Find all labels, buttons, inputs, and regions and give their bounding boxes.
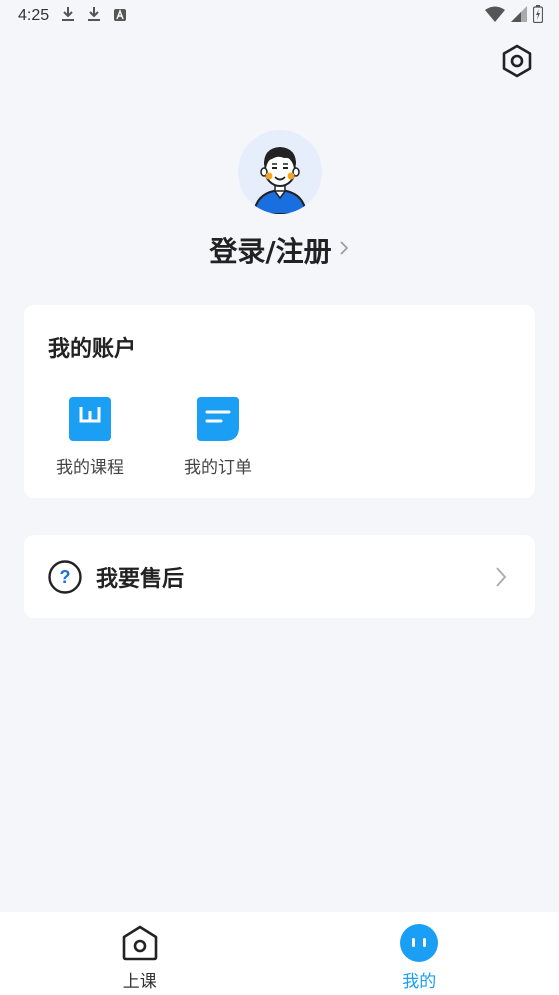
status-icons-left xyxy=(61,6,127,26)
status-bar: 4:25 xyxy=(0,0,559,32)
wifi-icon xyxy=(485,6,505,26)
signal-icon xyxy=(511,6,527,26)
after-sales-row[interactable]: ? 我要售后 xyxy=(24,535,535,618)
account-card: 我的账户 我的课程 我的订单 xyxy=(24,305,535,498)
my-courses-label: 我的课程 xyxy=(56,458,124,478)
class-icon xyxy=(120,923,160,963)
settings-icon xyxy=(501,44,533,82)
mine-icon xyxy=(399,923,439,963)
download-icon xyxy=(87,6,101,26)
account-title: 我的账户 xyxy=(48,337,137,362)
course-icon xyxy=(69,397,111,441)
profile-section: 登录/注册 xyxy=(0,130,559,270)
battery-icon xyxy=(532,5,544,27)
download-icon xyxy=(61,6,75,26)
keyboard-icon xyxy=(113,7,127,26)
tab-mine-label: 我的 xyxy=(402,972,437,992)
chevron-right-icon xyxy=(491,563,511,591)
status-left: 4:25 xyxy=(18,6,127,26)
svg-text:?: ? xyxy=(60,567,71,587)
bottom-tab-bar: 上课 我的 xyxy=(0,912,559,995)
tab-class[interactable]: 上课 xyxy=(0,912,280,995)
after-sales-label: 我要售后 xyxy=(96,566,185,592)
account-items: 我的课程 我的订单 xyxy=(48,397,260,478)
my-orders-button[interactable]: 我的订单 xyxy=(176,397,260,478)
settings-button[interactable] xyxy=(499,44,535,82)
user-avatar[interactable] xyxy=(237,130,322,214)
login-register-label: 登录/注册 xyxy=(209,235,332,268)
status-right xyxy=(485,5,544,27)
status-time: 4:25 xyxy=(18,7,50,24)
my-orders-label: 我的订单 xyxy=(184,458,252,478)
tab-mine[interactable]: 我的 xyxy=(280,912,559,995)
login-register-link[interactable]: 登录/注册 xyxy=(209,230,349,270)
my-courses-button[interactable]: 我的课程 xyxy=(48,397,132,478)
tab-class-label: 上课 xyxy=(122,972,157,992)
question-icon: ? xyxy=(48,559,82,594)
chevron-right-icon xyxy=(338,238,350,262)
order-icon xyxy=(197,397,239,441)
